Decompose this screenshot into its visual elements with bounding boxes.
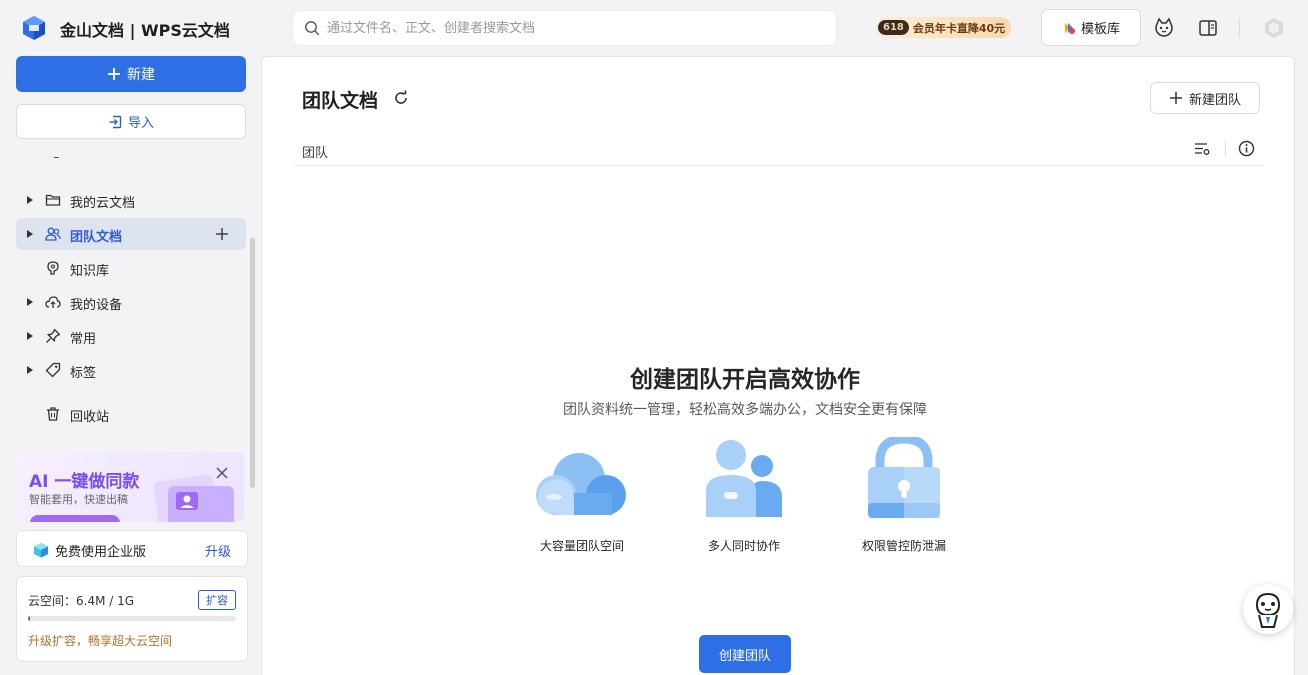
cloud-device-icon — [45, 296, 61, 308]
sidebar-item-label: 知识库 — [70, 264, 110, 279]
empty-state-title: 创建团队开启高效协作 — [630, 367, 860, 393]
column-header-team: 团队 — [302, 146, 329, 161]
header-divider — [1225, 141, 1226, 157]
new-button-label: 新建 — [127, 67, 155, 83]
feature-label: 多人同时协作 — [707, 539, 780, 553]
expand-space-button[interactable]: 扩容 — [198, 590, 236, 610]
ai-card-subtitle: 智能套用，快速出稿 — [29, 493, 128, 506]
import-icon — [109, 115, 122, 128]
lock-icon — [868, 437, 940, 518]
app-title: 金山文档 | WPS云文档 — [60, 21, 230, 40]
enterprise-label: 免费使用企业版 — [55, 545, 147, 560]
pin-icon — [46, 328, 61, 343]
search-icon — [305, 21, 320, 36]
app-logo-icon[interactable] — [20, 14, 48, 42]
enterprise-card[interactable]: 免费使用企业版 升级 — [16, 530, 248, 567]
main-panel: 团队文档 新建团队 团队 创建团队开启高效协作 团队资料统一管理，轻松高效多端办… — [261, 56, 1295, 675]
team-icon — [45, 227, 61, 241]
top-bar: 金山文档 | WPS云文档 618 会员年卡直降40元 模板库 — [0, 0, 1308, 56]
import-button[interactable]: 导入 — [16, 104, 246, 139]
template-icon — [1064, 22, 1075, 34]
column-settings-icon[interactable] — [1194, 141, 1210, 157]
cloud-space-card: 云空间：6.4M / 1G 扩容 升级扩容，畅享超大云空间 — [16, 576, 248, 662]
info-icon[interactable] — [1238, 140, 1255, 157]
page-title: 团队文档 — [302, 90, 379, 112]
cat-assistant-icon[interactable] — [1153, 17, 1175, 39]
sidebar-item-label: 团队文档 — [70, 230, 123, 245]
sidebar-item-label: 标签 — [70, 366, 97, 381]
folder-icon — [45, 194, 61, 206]
promo-banner[interactable]: 618 会员年卡直降40元 — [876, 17, 1011, 38]
assistant-mascot-button[interactable] — [1243, 584, 1293, 634]
knowledge-icon — [47, 261, 59, 275]
user-avatar-icon[interactable] — [1263, 17, 1285, 39]
expand-caret-icon[interactable] — [27, 230, 33, 238]
expand-caret-icon[interactable] — [27, 196, 33, 204]
search-box[interactable] — [292, 10, 837, 46]
panel-toggle-icon[interactable] — [1197, 17, 1219, 39]
feature-label: 权限管控防泄漏 — [861, 539, 946, 553]
promo-badge: 618 — [878, 20, 909, 35]
mascot-icon — [1255, 592, 1281, 628]
sidebar-item-my-cloud-docs[interactable]: 我的云文档 — [16, 184, 246, 216]
promo-text: 会员年卡直降40元 — [912, 21, 1006, 35]
enterprise-icon — [34, 543, 48, 558]
sidebar-item-my-devices[interactable]: 我的设备 — [16, 286, 246, 318]
nav-divider — [54, 157, 59, 158]
expand-caret-icon[interactable] — [27, 298, 33, 306]
template-library-label: 模板库 — [1080, 22, 1120, 37]
ai-card-illustration-icon — [154, 474, 234, 522]
upgrade-space-tip[interactable]: 升级扩容，畅享超大云空间 — [28, 632, 172, 649]
sidebar-item-tags[interactable]: 标签 — [16, 354, 246, 386]
trash-icon — [47, 407, 59, 421]
cloud-space-progress-fill — [28, 616, 31, 621]
collaboration-icon — [706, 440, 782, 517]
sidebar-item-team-docs[interactable]: 团队文档 — [16, 218, 246, 250]
feature-permission-control: 权限管控防泄漏 — [834, 437, 974, 554]
add-team-icon[interactable] — [214, 226, 230, 242]
sidebar-item-label: 我的云文档 — [70, 196, 136, 211]
cloud-storage-icon — [536, 453, 626, 515]
plus-icon — [1169, 92, 1182, 104]
search-input[interactable] — [327, 11, 827, 45]
ai-card-title: AI 一键做同款 — [29, 472, 140, 492]
feature-collaboration: 多人同时协作 — [674, 437, 814, 554]
feature-label: 大容量团队空间 — [539, 539, 624, 553]
feature-large-space: 大容量团队空间 — [512, 437, 652, 554]
empty-state-subtitle: 团队资料统一管理，轻松高效多端办公，文档安全更有保障 — [563, 402, 927, 418]
refresh-icon[interactable] — [393, 90, 409, 106]
ai-card-action[interactable] — [30, 515, 120, 522]
plus-icon — [108, 68, 120, 80]
expand-caret-icon[interactable] — [27, 366, 33, 374]
header-separator — [294, 165, 1264, 166]
sidebar-item-frequent[interactable]: 常用 — [16, 320, 246, 352]
sidebar-item-label: 我的设备 — [70, 298, 123, 313]
close-icon[interactable] — [215, 466, 229, 480]
ai-promo-card[interactable]: AI 一键做同款 智能套用，快速出稿 — [16, 452, 244, 522]
template-library-button[interactable]: 模板库 — [1041, 9, 1141, 46]
cloud-space-usage: 云空间：6.4M / 1G — [28, 594, 135, 608]
sidebar-item-label: 回收站 — [70, 410, 110, 425]
new-team-label: 新建团队 — [1188, 92, 1241, 108]
upgrade-link[interactable]: 升级 — [205, 541, 231, 560]
cloud-space-progress — [28, 616, 236, 621]
new-button[interactable]: 新建 — [16, 56, 246, 92]
sidebar-item-label: 常用 — [70, 332, 97, 347]
sidebar-scrollbar[interactable] — [250, 238, 255, 488]
toolbar-divider — [1239, 18, 1240, 38]
sidebar-item-knowledge-base[interactable]: 知识库 — [16, 252, 246, 284]
expand-caret-icon[interactable] — [27, 332, 33, 340]
create-team-button[interactable]: 创建团队 — [699, 635, 791, 673]
tag-icon — [45, 362, 61, 378]
import-button-label: 导入 — [127, 116, 154, 131]
new-team-button[interactable]: 新建团队 — [1150, 82, 1260, 114]
sidebar-item-trash[interactable]: 回收站 — [16, 398, 246, 430]
